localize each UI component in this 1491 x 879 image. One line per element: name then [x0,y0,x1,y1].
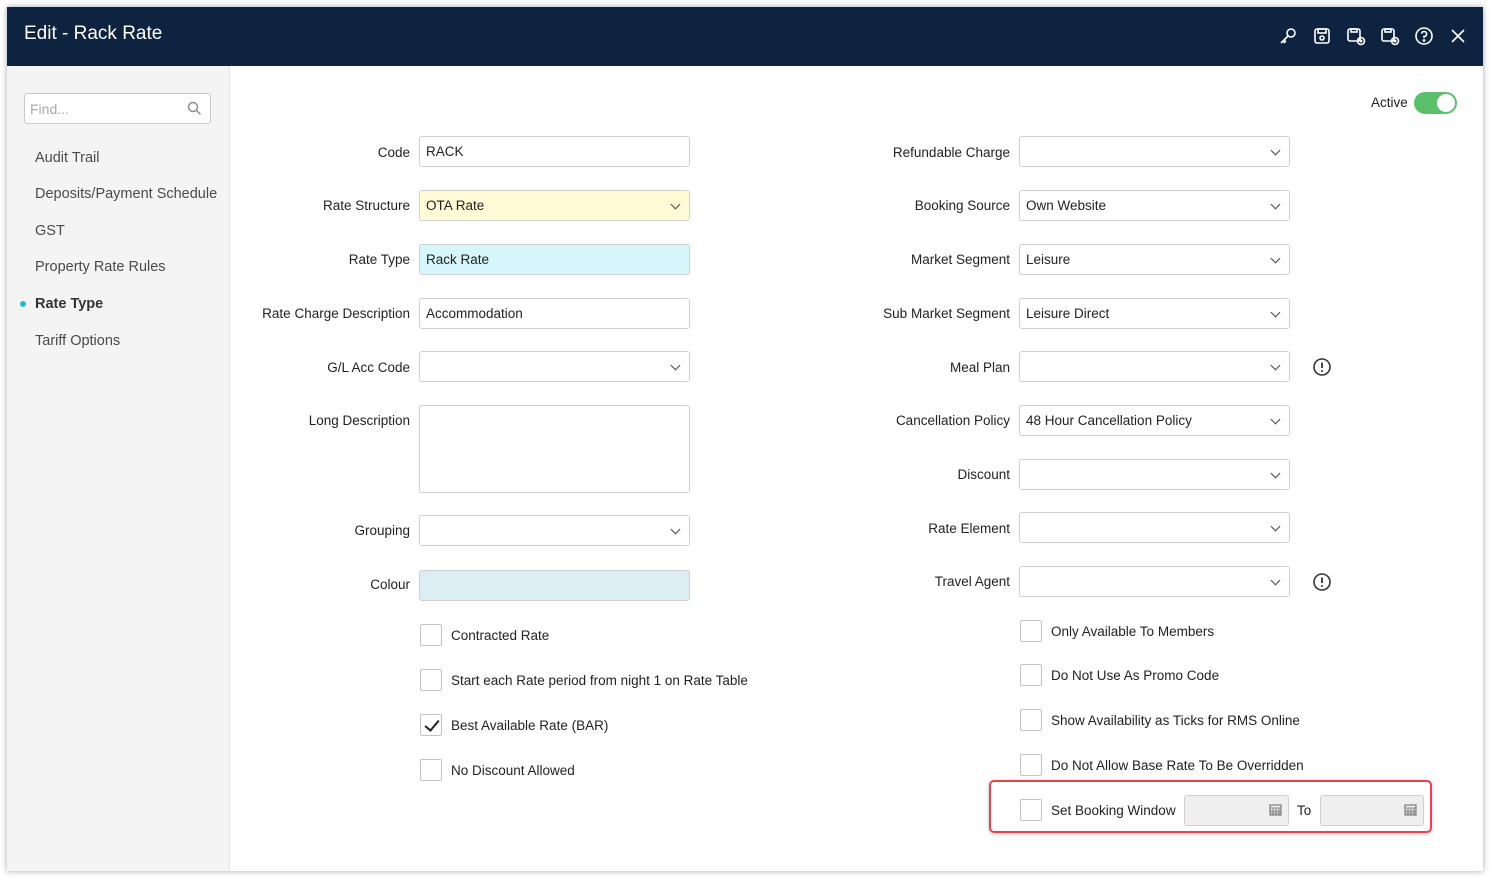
refundable-charge-label: Refundable Charge [892,145,1010,160]
close-icon[interactable] [1447,25,1469,47]
refundable-charge-select[interactable] [1019,136,1290,167]
availability-ticks-checkbox[interactable] [1020,709,1042,731]
search-input[interactable] [25,94,175,123]
no-base-rate-override-checkbox[interactable] [1020,754,1042,776]
contracted-rate-label: Contracted Rate [451,628,550,643]
no-discount-allowed-checkbox[interactable] [420,759,442,781]
gl-acc-code-label: G/L Acc Code [327,360,410,375]
sidebar-item-gst[interactable]: GST [35,223,225,239]
key-icon[interactable] [1277,25,1299,47]
active-toggle[interactable] [1414,92,1457,114]
search-icon[interactable] [187,101,202,116]
active-indicator-dot [20,301,26,307]
title-bar: Edit - Rack Rate [7,7,1483,66]
rate-charge-description-label: Rate Charge Description [262,306,410,321]
search-box [24,93,211,124]
no-base-rate-override-label: Do Not Allow Base Rate To Be Overridden [1051,758,1304,773]
booking-window-highlight [989,780,1432,833]
cancellation-policy-select[interactable]: 48 Hour Cancellation Policy [1019,405,1290,436]
rate-charge-description-input[interactable]: Accommodation [419,298,690,329]
contracted-rate-checkbox[interactable] [420,624,442,646]
booking-source-select[interactable]: Own Website [1019,190,1290,221]
sidebar-item-rate-type[interactable]: Rate Type [35,296,225,312]
meal-plan-select[interactable] [1019,351,1290,382]
sidebar-item-tariff-options[interactable]: Tariff Options [35,333,225,349]
not-promo-code-checkbox[interactable] [1020,664,1042,686]
not-promo-code-label: Do Not Use As Promo Code [1051,668,1220,683]
save-icon[interactable] [1311,25,1333,47]
availability-ticks-label: Show Availability as Ticks for RMS Onlin… [1051,713,1300,728]
only-members-label: Only Available To Members [1051,624,1215,639]
sidebar-item-property-rate-rules[interactable]: Property Rate Rules [35,259,225,275]
sidebar-item-deposits[interactable]: Deposits/Payment Schedule [35,186,225,202]
start-rate-period-checkbox[interactable] [420,669,442,691]
cancellation-policy-label: Cancellation Policy [895,413,1010,428]
discount-label: Discount [957,467,1010,482]
sidebar: Audit Trail Deposits/Payment Schedule GS… [7,66,230,871]
sidebar-item-audit-trail[interactable]: Audit Trail [35,150,225,166]
save-new-icon[interactable] [1345,25,1367,47]
long-description-textarea[interactable] [419,405,690,493]
sub-market-segment-select[interactable]: Leisure Direct [1019,298,1290,329]
long-description-label: Long Description [308,413,410,428]
meal-plan-info-icon[interactable] [1312,357,1332,377]
no-discount-allowed-label: No Discount Allowed [451,763,575,778]
rate-type-input[interactable]: Rack Rate [419,244,690,275]
best-available-rate-checkbox[interactable] [420,714,442,736]
best-available-rate-label: Best Available Rate (BAR) [451,718,609,733]
travel-agent-label: Travel Agent [934,574,1010,589]
booking-source-label: Booking Source [914,198,1010,213]
main-content: Active Code RACK Rate Structure OTA Rate… [231,66,1483,871]
start-rate-period-label: Start each Rate period from night 1 on R… [451,673,748,688]
code-input[interactable]: RACK [419,136,690,167]
rate-element-label: Rate Element [928,521,1010,536]
gl-acc-code-select[interactable] [419,351,690,382]
sub-market-segment-label: Sub Market Segment [883,306,1010,321]
grouping-label: Grouping [354,523,410,538]
market-segment-select[interactable]: Leisure [1019,244,1290,275]
rate-structure-select[interactable]: OTA Rate [419,190,690,221]
colour-label: Colour [370,577,410,592]
edit-rate-window: Edit - Rack Rate Find... Audit Trail Dep… [7,7,1483,871]
market-segment-label: Market Segment [910,252,1010,267]
rate-type-label: Rate Type [348,252,410,267]
grouping-select[interactable] [419,515,690,546]
active-label: Active [1371,95,1408,110]
help-icon[interactable] [1413,25,1435,47]
colour-picker[interactable] [419,570,690,601]
code-label: Code [377,145,410,160]
rate-structure-label: Rate Structure [322,198,410,213]
rate-element-select[interactable] [1019,512,1290,543]
travel-agent-select[interactable] [1019,566,1290,597]
travel-agent-info-icon[interactable] [1312,572,1332,592]
only-members-checkbox[interactable] [1020,620,1042,642]
window-title: Edit - Rack Rate [24,23,163,44]
meal-plan-label: Meal Plan [949,360,1010,375]
toolbar [1277,25,1469,47]
discount-select[interactable] [1019,459,1290,490]
save-close-icon[interactable] [1379,25,1401,47]
